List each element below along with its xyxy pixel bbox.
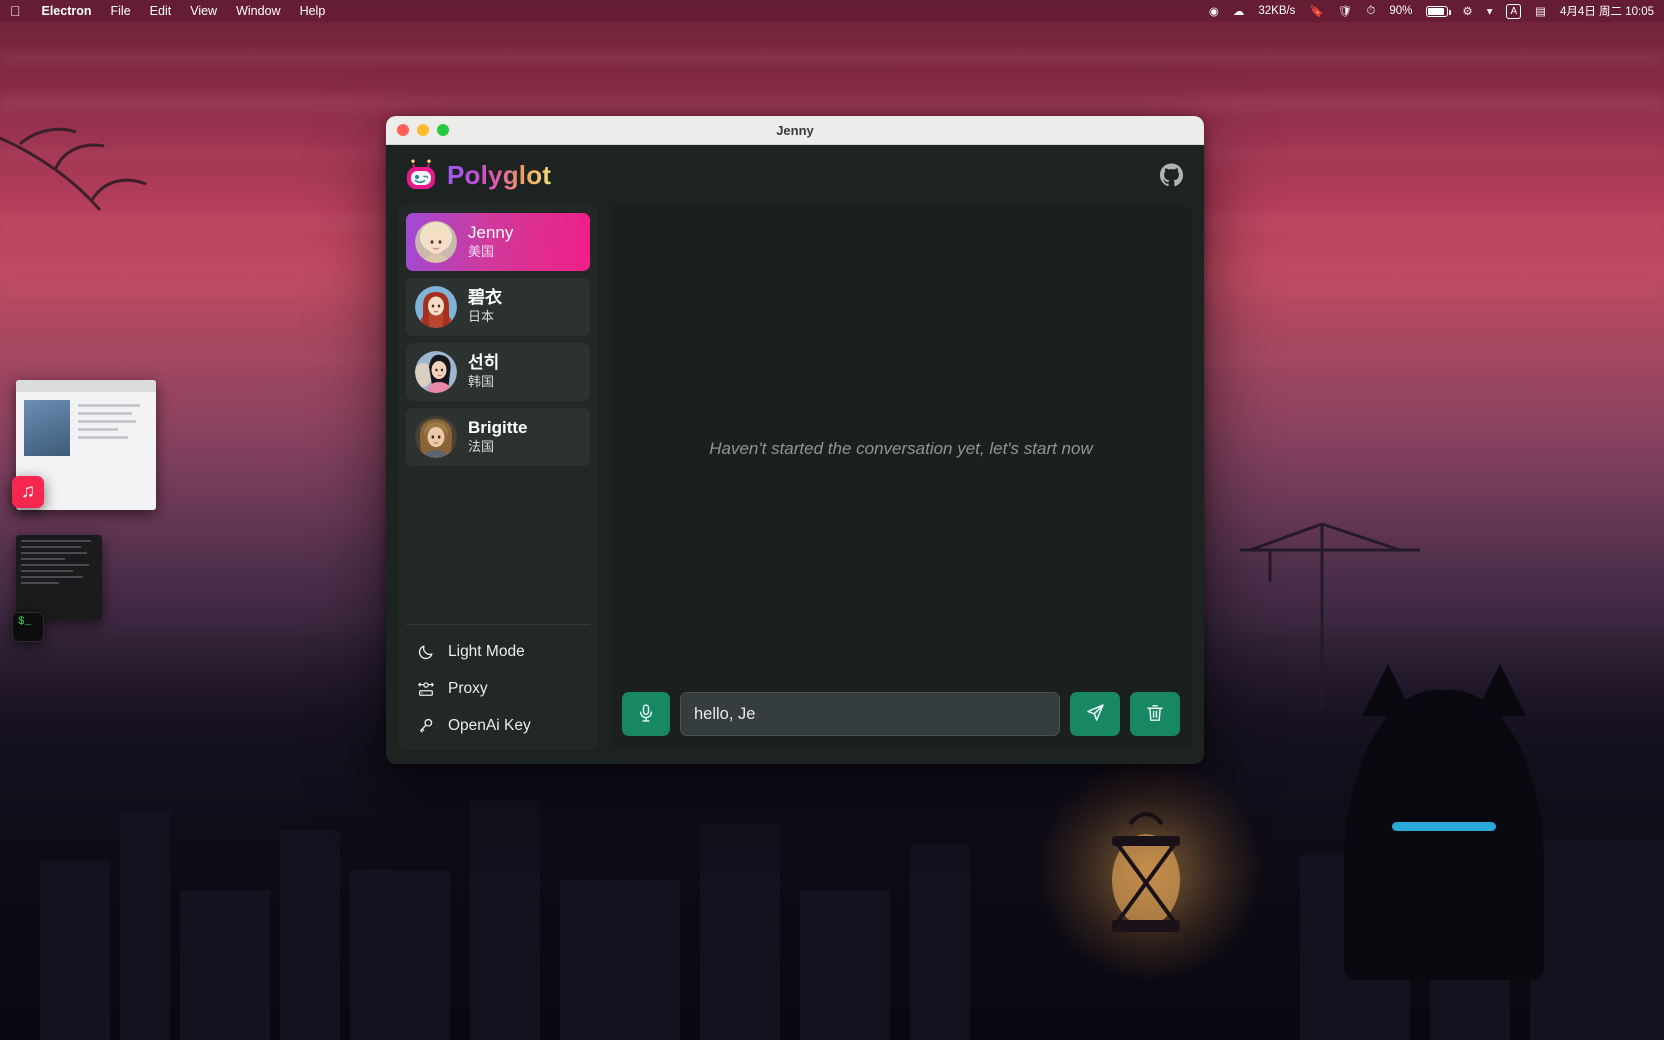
notification-icon[interactable]: ▤ [1535, 4, 1546, 18]
contact-name: 선히 [468, 353, 500, 372]
sidebar-item-label: Proxy [448, 679, 488, 697]
desktop-icon-music: ♫ [12, 476, 44, 508]
zoom-button[interactable] [437, 124, 449, 136]
main-content: Jenny 美国 碧衣 日本 선히 韩国 Brigitte 法国 Light M… [386, 205, 1204, 764]
sidebar: Jenny 美国 碧衣 日本 선히 韩国 Brigitte 法国 Light M… [398, 205, 598, 750]
sidebar-menu: Light Mode Proxy OpenAi Key [406, 624, 590, 742]
polyglot-app-window: Jenny Polyglot Jenny 美国 碧衣 日本 선히 韩国 Brig… [386, 116, 1204, 764]
microphone-button[interactable] [622, 692, 670, 736]
contact-item-seonhui[interactable]: 선히 韩国 [406, 343, 590, 401]
avatar-jenny [415, 221, 457, 263]
menu-app-name[interactable]: Electron [42, 4, 92, 18]
menu-item-view[interactable]: View [190, 4, 217, 18]
brand: Polyglot [404, 158, 551, 192]
sidebar-item-label: OpenAi Key [448, 716, 531, 734]
sidebar-item-openai-key[interactable]: OpenAi Key [406, 709, 590, 742]
contact-name: Brigitte [468, 418, 528, 437]
battery-icon[interactable] [1426, 5, 1452, 17]
close-button[interactable] [397, 124, 409, 136]
shield-icon[interactable]: 🛡 [1338, 4, 1353, 18]
timer-icon[interactable]: ⏱ [1366, 5, 1375, 18]
app-body: Polyglot Jenny 美国 碧衣 日本 선히 韩国 Brigitte 法… [386, 145, 1204, 764]
message-list[interactable]: Haven't started the conversation yet, le… [610, 205, 1192, 692]
contact-country: 韩国 [468, 374, 495, 389]
contact-item-jenny[interactable]: Jenny 美国 [406, 213, 590, 271]
empty-conversation-hint: Haven't started the conversation yet, le… [709, 438, 1093, 458]
trash-icon [1145, 703, 1165, 726]
microphone-icon [636, 703, 656, 726]
input-source-icon[interactable]: A [1506, 3, 1522, 19]
contact-list: Jenny 美国 碧衣 日本 선히 韩国 Brigitte 法国 [406, 213, 590, 466]
sidebar-item-light-mode[interactable]: Light Mode [406, 635, 590, 668]
contact-item-biyi[interactable]: 碧衣 日本 [406, 278, 590, 336]
github-icon[interactable] [1159, 163, 1184, 188]
contact-item-brigitte[interactable]: Brigitte 法国 [406, 408, 590, 466]
dropbox-icon[interactable]: ◉ [1209, 4, 1219, 18]
avatar-biyi [415, 286, 457, 328]
cat-collar [1392, 822, 1496, 831]
minimize-button[interactable] [417, 124, 429, 136]
key-icon [416, 716, 435, 735]
menu-item-window[interactable]: Window [236, 4, 280, 18]
network-speed-label: 32KB/s [1258, 5, 1296, 17]
lantern [1112, 812, 1180, 932]
macos-menu-bar:  Electron File Edit View Window Help ◉ … [0, 0, 1664, 22]
apple-icon[interactable]:  [10, 4, 21, 18]
wifi-icon[interactable]: ▾ [1487, 4, 1493, 18]
cloud-icon[interactable]: ☁ [1233, 4, 1245, 18]
app-header: Polyglot [386, 145, 1204, 205]
contact-country: 法国 [468, 439, 495, 454]
window-title: Jenny [776, 122, 814, 138]
moon-icon [416, 642, 435, 661]
contact-country: 美国 [468, 244, 495, 259]
desktop-wallpaper: ♫ $_  Electron File Edit View Window He… [0, 0, 1664, 1040]
send-button[interactable] [1070, 692, 1120, 736]
message-input[interactable] [680, 692, 1060, 736]
menu-item-help[interactable]: Help [300, 4, 326, 18]
desktop-icon-terminal: $_ [12, 612, 44, 642]
menu-item-file[interactable]: File [111, 4, 131, 18]
battery-percent-label: 90% [1389, 5, 1413, 17]
menubar-datetime[interactable]: 4月4日 周二 10:05 [1560, 3, 1654, 19]
avatar-seonhui [415, 351, 457, 393]
contact-name: 碧衣 [468, 288, 502, 307]
window-traffic-lights [386, 124, 449, 136]
avatar-brigitte [415, 416, 457, 458]
menu-item-edit[interactable]: Edit [150, 4, 172, 18]
contact-country: 日本 [468, 309, 495, 324]
clear-conversation-button[interactable] [1130, 692, 1180, 736]
sidebar-item-label: Light Mode [448, 642, 525, 660]
robot-logo-icon [404, 158, 438, 192]
bookmark-icon[interactable]: 🔖 [1309, 4, 1323, 18]
window-titlebar[interactable]: Jenny [386, 116, 1204, 145]
sidebar-item-proxy[interactable]: Proxy [406, 672, 590, 705]
brand-name: Polyglot [447, 159, 552, 190]
control-center-icon[interactable]: ⚙ [1462, 4, 1472, 18]
proxy-icon [416, 679, 435, 698]
desktop-thumbnail-document [16, 535, 102, 620]
composer [610, 692, 1192, 750]
chat-panel: Haven't started the conversation yet, le… [610, 205, 1192, 750]
contact-name: Jenny [468, 223, 514, 242]
send-icon [1085, 702, 1106, 726]
branch-silhouette [0, 127, 147, 211]
